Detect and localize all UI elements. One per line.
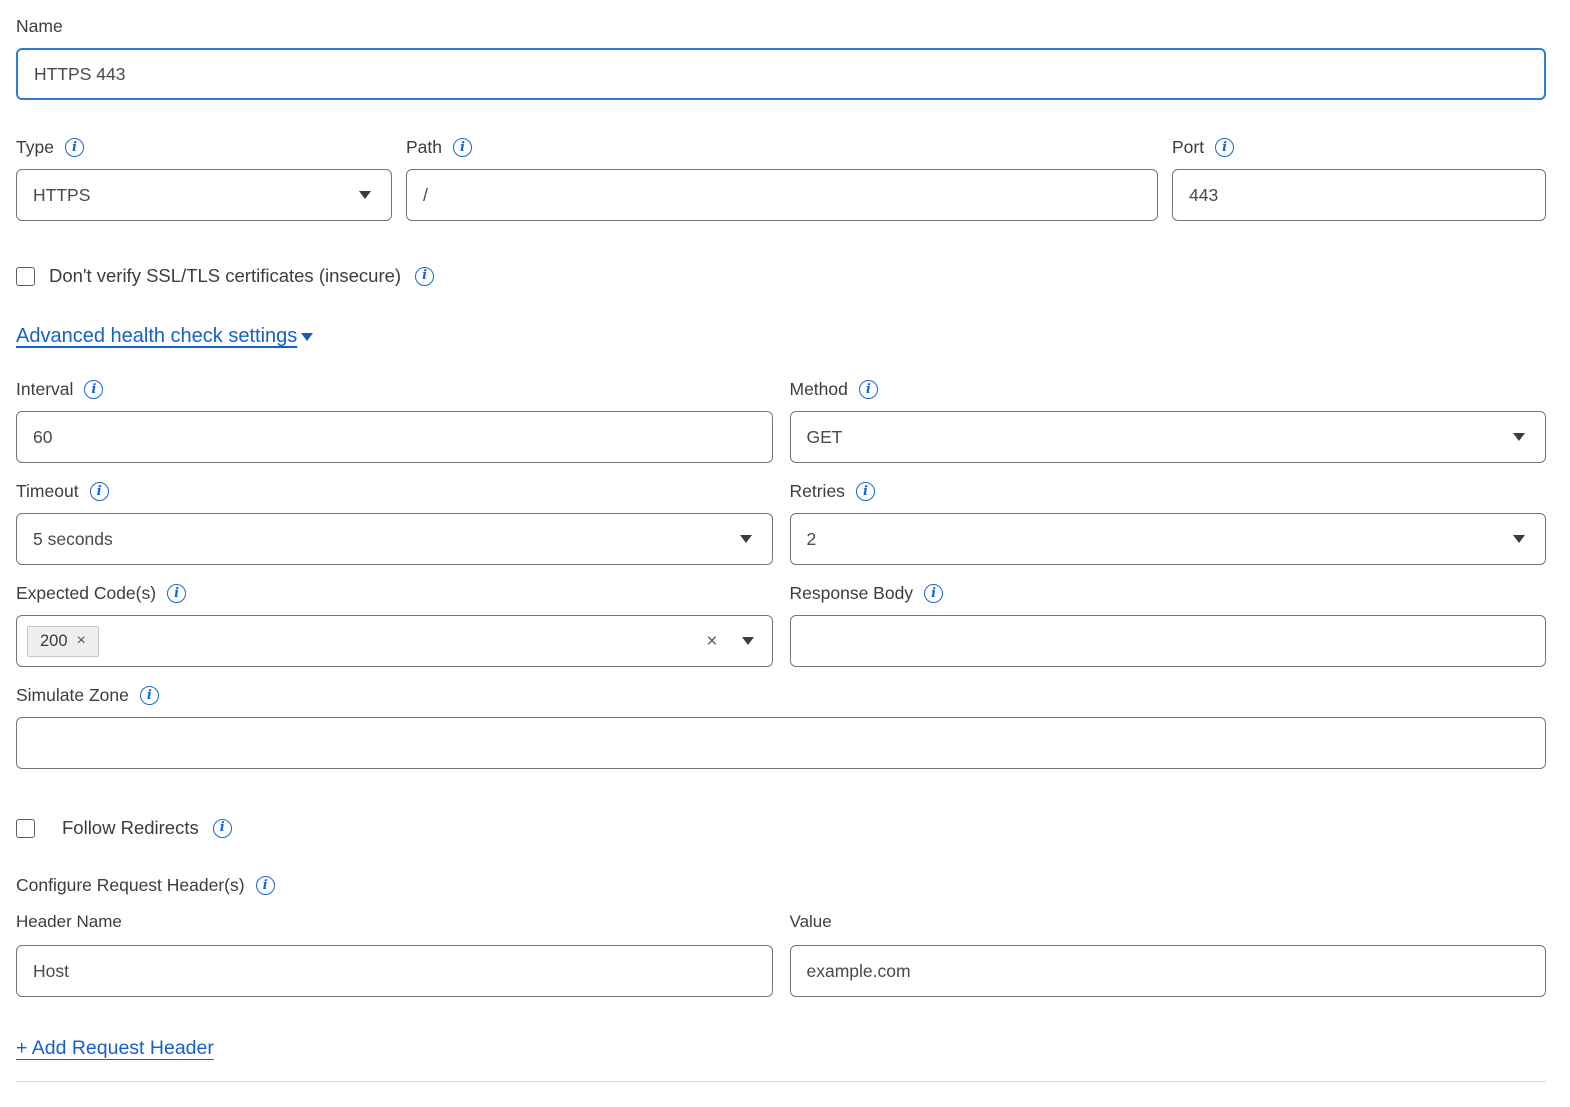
- port-input[interactable]: [1172, 169, 1546, 221]
- path-label: Path: [406, 137, 442, 158]
- add-header-row: + Add Request Header: [16, 1037, 1546, 1060]
- info-glyph: i: [863, 485, 868, 498]
- timeout-retries-row: Timeout i 5 seconds Retries i 2: [16, 481, 1546, 583]
- method-select-value: GET: [807, 427, 1514, 448]
- info-icon[interactable]: i: [856, 482, 875, 501]
- request-header-row: Header Name Value: [16, 912, 1546, 997]
- advanced-settings-link[interactable]: Advanced health check settings: [16, 325, 297, 348]
- remove-tag-icon[interactable]: ×: [77, 632, 86, 650]
- ssl-verify-label: Don't verify SSL/TLS certificates (insec…: [49, 265, 401, 287]
- section-divider: [16, 1081, 1546, 1082]
- response-body-field: Response Body i: [790, 583, 1547, 667]
- advanced-settings-row: Advanced health check settings: [16, 325, 1546, 348]
- info-glyph: i: [422, 269, 427, 282]
- info-glyph: i: [147, 689, 152, 702]
- info-icon[interactable]: i: [924, 584, 943, 603]
- info-icon[interactable]: i: [167, 584, 186, 603]
- header-name-label: Header Name: [16, 912, 773, 932]
- port-label: Port: [1172, 137, 1204, 158]
- info-glyph: i: [174, 587, 179, 600]
- multiselect-controls: ×: [706, 632, 753, 651]
- type-field: Type i HTTPS: [16, 137, 392, 221]
- interval-method-row: Interval i Method i GET: [16, 379, 1546, 481]
- expected-codes-label: Expected Code(s): [16, 583, 156, 604]
- follow-redirects-label: Follow Redirects: [62, 817, 199, 839]
- health-check-form: Name Type i HTTPS Path i Port i: [0, 0, 1570, 1082]
- info-glyph: i: [866, 383, 871, 396]
- header-value-field: Value: [790, 912, 1547, 997]
- response-body-input[interactable]: [790, 615, 1547, 667]
- simulate-zone-input[interactable]: [16, 717, 1546, 769]
- info-glyph: i: [263, 879, 268, 892]
- header-value-label: Value: [790, 912, 1547, 932]
- info-icon[interactable]: i: [256, 876, 275, 895]
- chevron-down-icon: [1513, 535, 1525, 543]
- path-field: Path i: [406, 137, 1158, 221]
- type-select-value: HTTPS: [33, 185, 359, 206]
- timeout-label: Timeout: [16, 481, 79, 502]
- method-label: Method: [790, 379, 848, 400]
- info-icon[interactable]: i: [140, 686, 159, 705]
- method-select[interactable]: GET: [790, 411, 1547, 463]
- simulate-zone-label: Simulate Zone: [16, 685, 129, 706]
- interval-input[interactable]: [16, 411, 773, 463]
- retries-select-value: 2: [807, 529, 1514, 550]
- info-glyph: i: [931, 587, 936, 600]
- type-select[interactable]: HTTPS: [16, 169, 392, 221]
- interval-field: Interval i: [16, 379, 773, 463]
- add-request-header-link[interactable]: + Add Request Header: [16, 1037, 214, 1059]
- info-glyph: i: [220, 821, 225, 834]
- info-glyph: i: [460, 141, 465, 154]
- name-field: Name: [16, 16, 1546, 100]
- triangle-down-icon: [301, 333, 313, 341]
- retries-field: Retries i 2: [790, 481, 1547, 565]
- info-icon[interactable]: i: [859, 380, 878, 399]
- info-icon[interactable]: i: [415, 267, 434, 286]
- response-body-label: Response Body: [790, 583, 914, 604]
- code-tag: 200 ×: [27, 626, 99, 657]
- info-glyph: i: [72, 141, 77, 154]
- type-path-port-row: Type i HTTPS Path i Port i: [16, 137, 1546, 221]
- header-value-input[interactable]: [790, 945, 1547, 997]
- chevron-down-icon: [359, 191, 371, 199]
- info-icon[interactable]: i: [453, 138, 472, 157]
- follow-redirects-checkbox[interactable]: [16, 819, 35, 838]
- expected-codes-field: Expected Code(s) i 200 × ×: [16, 583, 773, 667]
- codes-body-row: Expected Code(s) i 200 × × Response Body…: [16, 583, 1546, 685]
- name-input[interactable]: [16, 48, 1546, 100]
- simulate-zone-field: Simulate Zone i: [16, 685, 1546, 769]
- method-field: Method i GET: [790, 379, 1547, 463]
- name-label: Name: [16, 16, 63, 37]
- request-headers-section: Configure Request Header(s) i: [16, 875, 1546, 896]
- info-icon[interactable]: i: [84, 380, 103, 399]
- code-tag-value: 200: [40, 632, 68, 651]
- info-glyph: i: [1222, 141, 1227, 154]
- clear-all-icon[interactable]: ×: [706, 632, 717, 651]
- info-glyph: i: [97, 485, 102, 498]
- header-name-field: Header Name: [16, 912, 773, 997]
- info-glyph: i: [91, 383, 96, 396]
- interval-label: Interval: [16, 379, 73, 400]
- header-name-input[interactable]: [16, 945, 773, 997]
- retries-select[interactable]: 2: [790, 513, 1547, 565]
- timeout-select-value: 5 seconds: [33, 529, 740, 550]
- timeout-field: Timeout i 5 seconds: [16, 481, 773, 565]
- chevron-down-icon: [740, 535, 752, 543]
- port-field: Port i: [1172, 137, 1546, 221]
- info-icon[interactable]: i: [65, 138, 84, 157]
- info-icon[interactable]: i: [90, 482, 109, 501]
- follow-redirects-row: Follow Redirects i: [16, 817, 1546, 839]
- chevron-down-icon: [1513, 433, 1525, 441]
- info-icon[interactable]: i: [213, 819, 232, 838]
- ssl-verify-checkbox-row: Don't verify SSL/TLS certificates (insec…: [16, 265, 1546, 287]
- path-input[interactable]: [406, 169, 1158, 221]
- chevron-down-icon[interactable]: [742, 637, 754, 645]
- retries-label: Retries: [790, 481, 845, 502]
- info-icon[interactable]: i: [1215, 138, 1234, 157]
- ssl-verify-checkbox[interactable]: [16, 267, 35, 286]
- timeout-select[interactable]: 5 seconds: [16, 513, 773, 565]
- expected-codes-multiselect[interactable]: 200 × ×: [16, 615, 773, 667]
- type-label: Type: [16, 137, 54, 158]
- request-headers-label: Configure Request Header(s): [16, 875, 245, 896]
